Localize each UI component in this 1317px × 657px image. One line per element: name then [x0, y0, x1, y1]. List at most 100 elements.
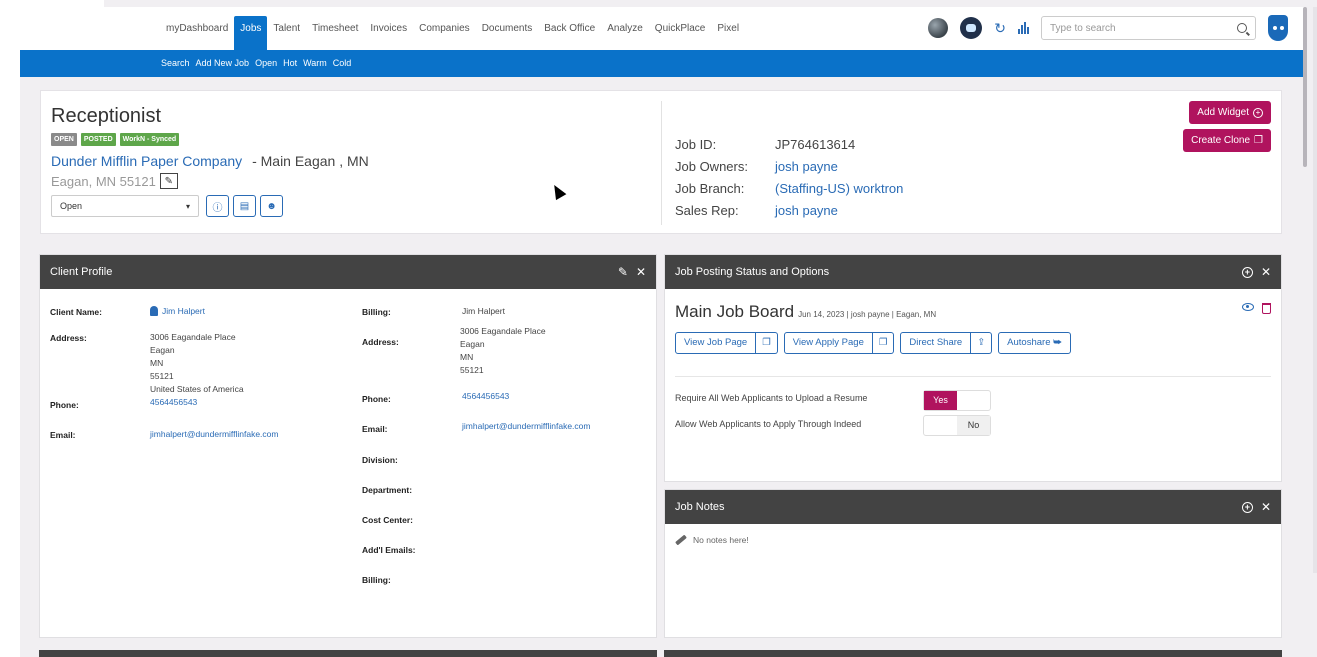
person-icon — [150, 306, 158, 316]
billing-address-value: 3006 Eagandale Place Eagan MN 55121 — [460, 325, 546, 377]
close-icon[interactable]: ✕ — [1261, 500, 1271, 514]
add-widget-button[interactable]: Add Widget + — [1189, 101, 1271, 124]
assistant-bot-icon[interactable] — [960, 17, 983, 39]
edit-location-icon[interactable]: ✎ — [159, 173, 178, 189]
job-owners-label: Job Owners: — [675, 159, 748, 174]
background-strip — [104, 0, 1317, 7]
toggle-off-slot — [957, 391, 990, 410]
subnav-cold[interactable]: Cold — [333, 58, 352, 68]
info-icon[interactable]: ⓘ — [206, 195, 229, 217]
billing-value: Jim Halpert — [462, 306, 505, 316]
job-branch-link[interactable]: (Staffing-US) worktron — [775, 181, 903, 203]
tab-mydashboard[interactable]: myDashboard — [160, 16, 234, 42]
subnav-hot[interactable]: Hot — [283, 58, 297, 68]
people-icon[interactable]: ☻ — [260, 195, 283, 217]
sub-nav: Search Add New Job Open Hot Warm Cold — [20, 50, 1304, 77]
search-input[interactable] — [1050, 22, 1220, 34]
scrollbar-thumb[interactable] — [1303, 7, 1307, 167]
view-apply-page-button[interactable]: View Apply Page — [783, 332, 873, 354]
edit-icon[interactable]: ✎ — [618, 265, 628, 279]
subnav-search[interactable]: Search — [161, 58, 190, 68]
header-divider — [661, 101, 662, 225]
globe-icon[interactable] — [928, 18, 949, 38]
billing-address-label: Address: — [362, 337, 399, 347]
copy-icon[interactable]: ❐ — [872, 332, 895, 354]
subnav-add-new-job[interactable]: Add New Job — [196, 58, 250, 68]
tab-talent[interactable]: Talent — [267, 16, 306, 42]
trash-icon[interactable] — [1262, 303, 1271, 314]
billing-address-line: MN — [460, 352, 474, 362]
tab-companies[interactable]: Companies — [413, 16, 476, 42]
billing-address-line: 55121 — [460, 365, 484, 375]
add-widget-label: Add Widget — [1197, 107, 1249, 118]
copy-icon: ❐ — [1254, 135, 1263, 146]
document-icon[interactable]: ▤ — [233, 195, 256, 217]
divider — [675, 376, 1271, 377]
notes-empty-text: No notes here! — [693, 535, 749, 545]
view-job-page-button[interactable]: View Job Page — [675, 332, 757, 354]
eye-icon[interactable] — [1242, 303, 1254, 311]
search-icon[interactable] — [1237, 23, 1247, 33]
owl-logo-icon[interactable] — [1268, 15, 1288, 41]
tab-analyze[interactable]: Analyze — [601, 16, 649, 42]
sales-rep-label: Sales Rep: — [675, 203, 739, 218]
subnav-warm[interactable]: Warm — [303, 58, 327, 68]
job-owners-link[interactable]: josh payne — [775, 159, 838, 181]
address-line: MN — [150, 358, 164, 368]
job-location: Eagan, MN 55121 — [51, 173, 156, 189]
email-link[interactable]: jimhalpert@dundermifflinfake.com — [150, 428, 278, 441]
job-notes-panel: Job Notes + ✕ No notes here! — [664, 489, 1282, 638]
billing-email-label: Email: — [362, 424, 388, 434]
company-link[interactable]: Dunder Mifflin Paper Company — [51, 153, 242, 169]
plus-circle-icon[interactable]: + — [1241, 266, 1253, 278]
job-id-label: Job ID: — [675, 137, 717, 152]
share-upload-icon[interactable]: ⇪ — [971, 332, 993, 354]
bar-chart-icon[interactable] — [1018, 22, 1029, 34]
tab-timesheet[interactable]: Timesheet — [306, 16, 364, 42]
job-id-value: JP764613614 — [775, 137, 856, 152]
view-apply-page-group: View Apply Page ❐ — [783, 332, 895, 354]
status-badge-open: OPEN — [51, 133, 77, 146]
indeed-apply-toggle[interactable]: No — [923, 415, 991, 436]
job-notes-title: Job Notes — [675, 501, 725, 513]
create-clone-button[interactable]: Create Clone ❐ — [1183, 129, 1271, 152]
require-resume-toggle[interactable]: Yes — [923, 390, 991, 411]
tab-invoices[interactable]: Invoices — [364, 16, 413, 42]
refresh-icon[interactable]: ↻ — [994, 20, 1006, 37]
top-nav: myDashboard Jobs Talent Timesheet Invoic… — [20, 7, 1304, 50]
status-badges: OPEN POSTED WorkN - Synced — [51, 133, 180, 146]
copy-icon[interactable]: ❐ — [756, 332, 778, 354]
job-header-card: Receptionist OPEN POSTED WorkN - Synced … — [40, 90, 1282, 234]
close-icon[interactable]: ✕ — [636, 265, 646, 279]
tab-quickplace[interactable]: QuickPlace — [649, 16, 712, 42]
toggle-yes: Yes — [924, 391, 957, 410]
indeed-apply-label: Allow Web Applicants to Apply Through In… — [675, 419, 862, 429]
share-icon: ⮩ — [1053, 337, 1062, 348]
autoshare-button[interactable]: Autoshare ⮩ — [998, 332, 1071, 354]
sales-rep-link[interactable]: josh payne — [775, 203, 838, 225]
toggle-on-slot — [924, 416, 957, 435]
tab-jobs[interactable]: Jobs — [234, 16, 268, 50]
plus-circle-icon[interactable]: + — [1241, 501, 1253, 513]
status-select[interactable]: Open ▾ — [51, 195, 199, 217]
close-icon[interactable]: ✕ — [1261, 265, 1271, 279]
toggle-no: No — [957, 416, 990, 435]
subnav-open[interactable]: Open — [255, 58, 277, 68]
right-edge — [1313, 7, 1317, 573]
company-line: Dunder Mifflin Paper Company - Main Eaga… — [51, 153, 369, 169]
tab-documents[interactable]: Documents — [476, 16, 539, 42]
tab-back-office[interactable]: Back Office — [538, 16, 601, 42]
client-name-link[interactable]: Jim Halpert — [150, 305, 205, 318]
phone-link[interactable]: 4564456543 — [150, 396, 197, 409]
billing-email-link[interactable]: jimhalpert@dundermifflinfake.com — [462, 420, 590, 433]
billing-phone-label: Phone: — [362, 394, 391, 404]
address-label: Address: — [50, 333, 87, 343]
client-profile-title: Client Profile — [50, 266, 113, 278]
tab-pixel[interactable]: Pixel — [711, 16, 745, 42]
global-search — [1041, 16, 1256, 40]
direct-share-button[interactable]: Direct Share — [900, 332, 972, 354]
email-label: Email: — [50, 430, 76, 440]
addl-emails-label: Add'l Emails: — [362, 545, 416, 555]
billing-phone-link[interactable]: 4564456543 — [462, 390, 509, 403]
pencil-icon — [675, 534, 687, 546]
